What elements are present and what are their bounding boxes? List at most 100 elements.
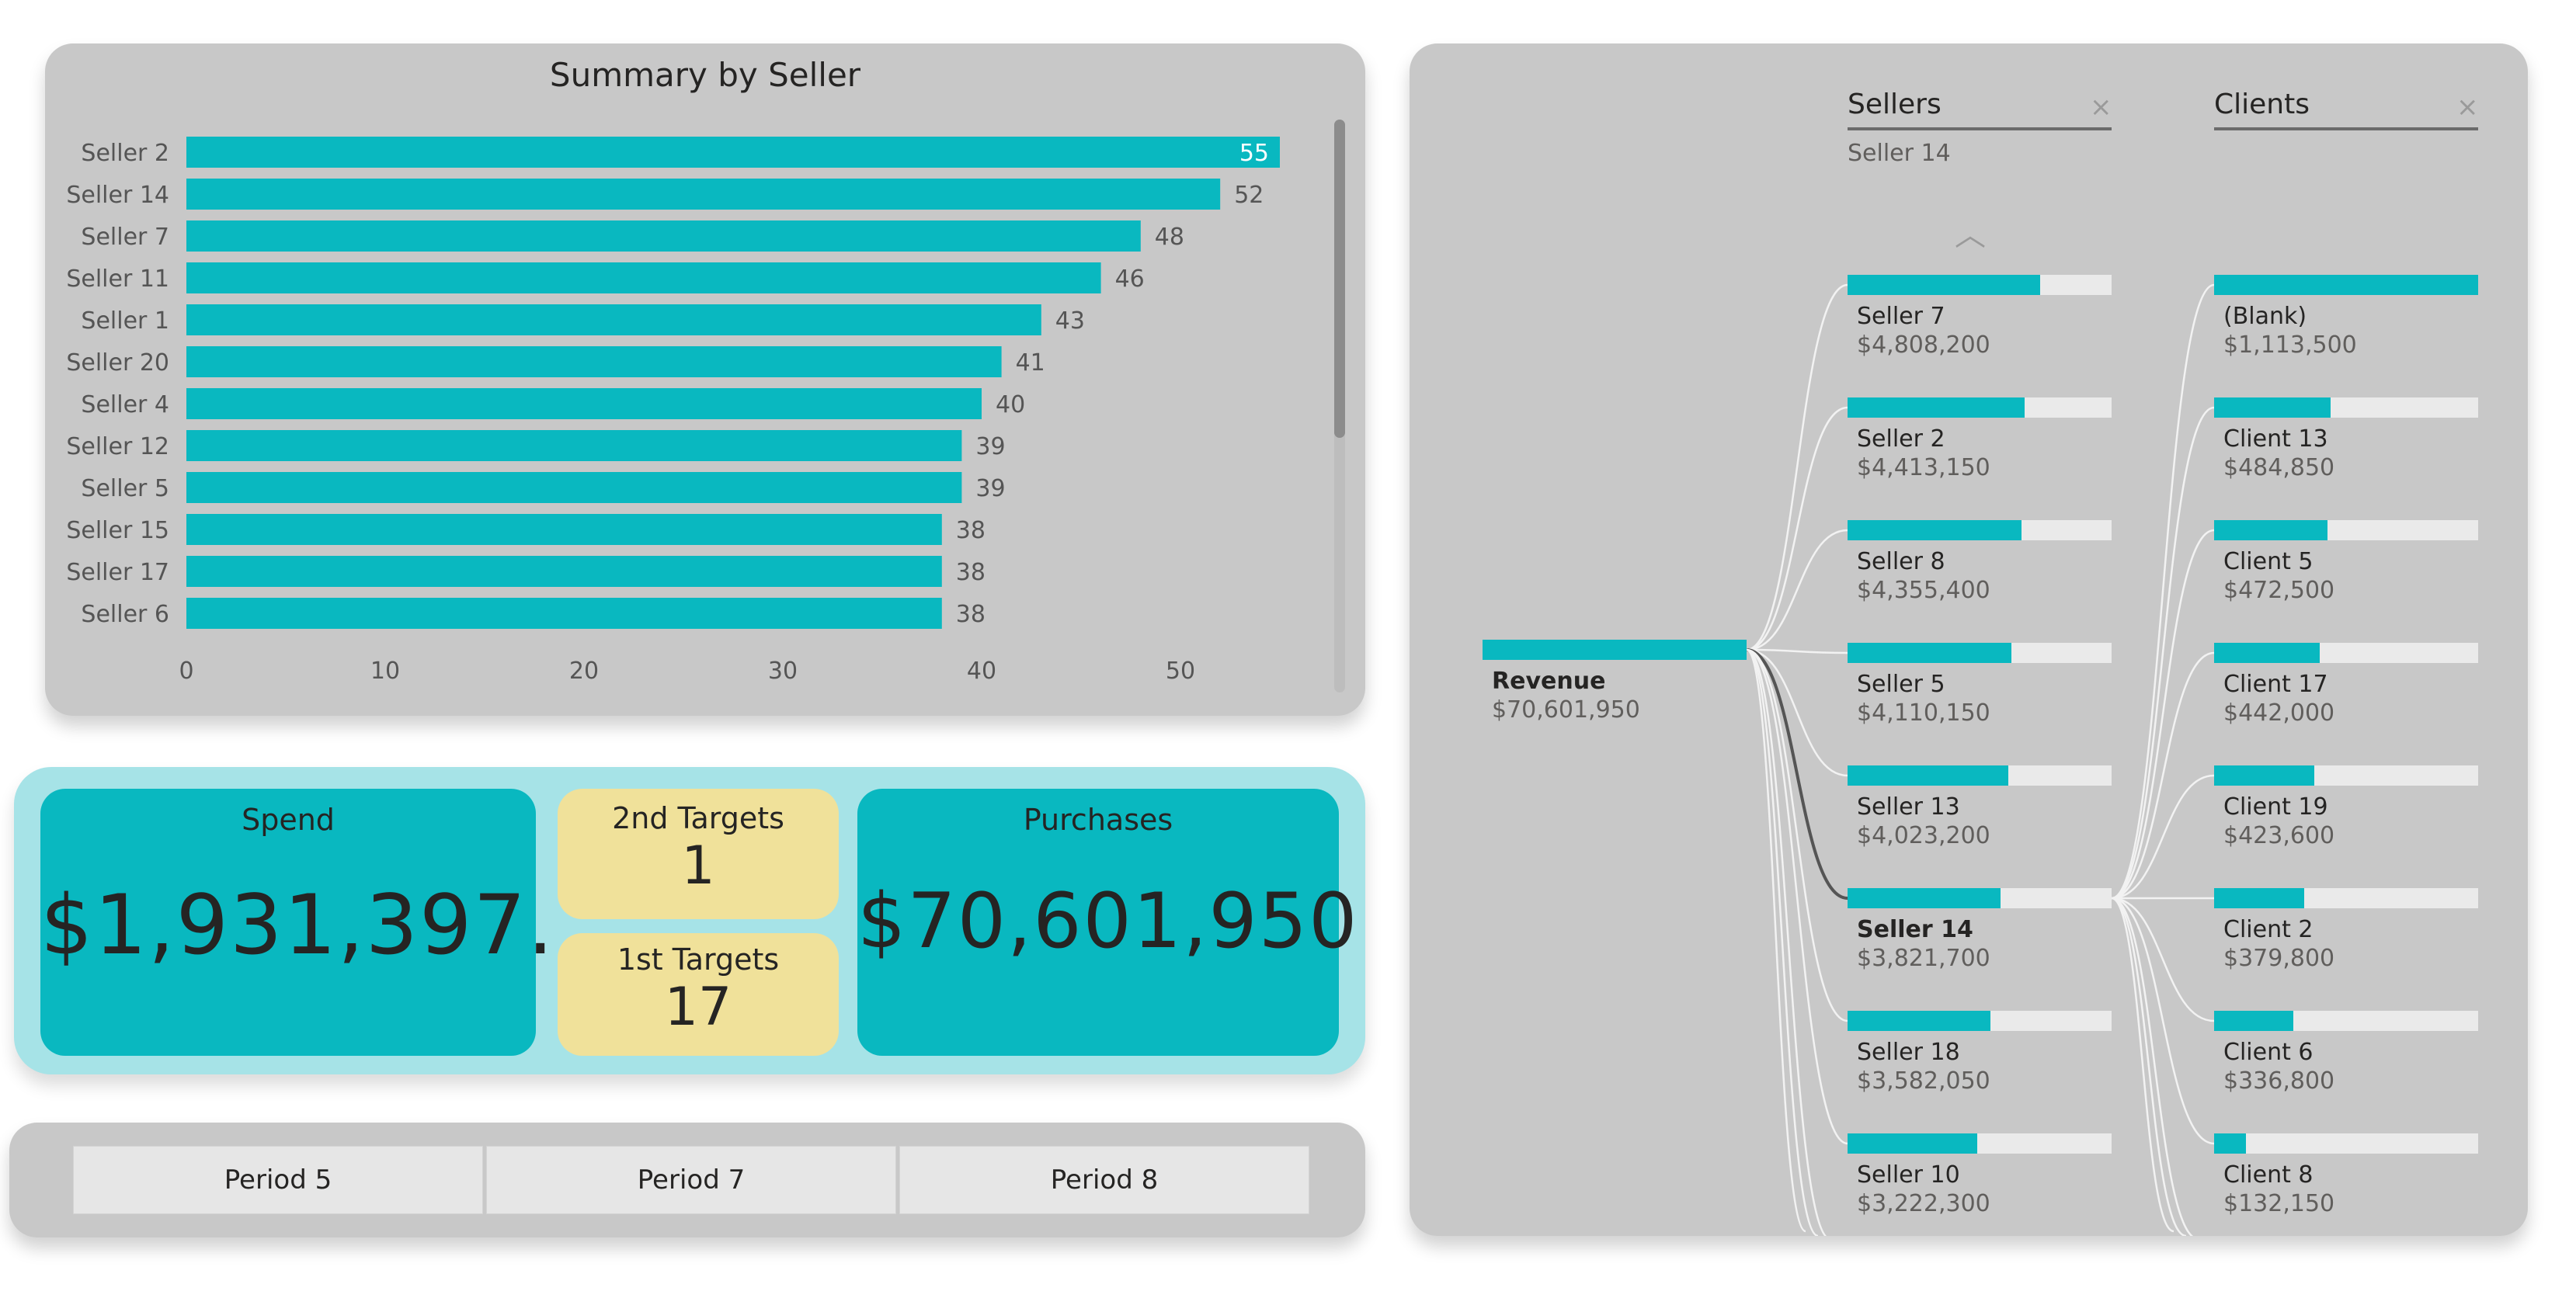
period-8-button[interactable]: Period 8 bbox=[899, 1146, 1309, 1214]
bar[interactable] bbox=[186, 598, 942, 629]
client-node[interactable]: Client 19 $423,600 bbox=[2214, 765, 2478, 849]
bar-data-label: 55 bbox=[1239, 140, 1269, 167]
clients-column-header: Clients bbox=[2214, 89, 2310, 120]
client-value: $132,150 bbox=[2223, 1190, 2335, 1217]
seller-node[interactable]: Seller 13 $4,023,200 bbox=[1848, 765, 2112, 849]
period-5-button[interactable]: Period 5 bbox=[73, 1146, 483, 1214]
seller-node[interactable]: Seller 18 $3,582,050 bbox=[1848, 1011, 2112, 1095]
seller-node[interactable]: Seller 5 $4,110,150 bbox=[1848, 643, 2112, 727]
bar[interactable] bbox=[186, 472, 962, 503]
seller-name: Seller 5 bbox=[1857, 671, 1945, 698]
seller-bar-chart: Seller 2 55Seller 14 52Seller 7 48Seller 11… bbox=[66, 120, 1345, 692]
sellers-close-icon[interactable]: × bbox=[2090, 92, 2112, 123]
client-node[interactable]: (Blank) $1,113,500 bbox=[2214, 275, 2478, 359]
bar[interactable] bbox=[186, 220, 1141, 252]
seller-name: Seller 7 bbox=[1857, 303, 1945, 330]
client-name: Client 13 bbox=[2223, 425, 2328, 453]
client-bar-track bbox=[2214, 1133, 2478, 1154]
seller-node[interactable]: Seller 2 $4,413,150 bbox=[1848, 397, 2112, 481]
client-bar-fill bbox=[2214, 765, 2315, 786]
seller-connector bbox=[1746, 406, 1848, 651]
client-name: Client 5 bbox=[2223, 548, 2314, 575]
client-node[interactable]: Client 13 $484,850 bbox=[2214, 397, 2478, 481]
seller-bar-fill bbox=[1848, 397, 2025, 418]
seller-bar-fill bbox=[1848, 275, 2041, 295]
first-targets-value: 17 bbox=[664, 977, 732, 1038]
client-node[interactable]: Client 6 $336,800 bbox=[2214, 1011, 2478, 1095]
seller-node[interactable]: Seller 8 $4,355,400 bbox=[1848, 520, 2112, 604]
seller-bar-track bbox=[1848, 1133, 2112, 1154]
bar[interactable] bbox=[186, 346, 1002, 377]
client-name: Client 19 bbox=[2223, 793, 2328, 821]
bar[interactable] bbox=[186, 262, 1101, 293]
client-connector bbox=[2111, 651, 2215, 900]
seller-name: Seller 10 bbox=[1857, 1161, 1960, 1189]
bar-category-label: Seller 12 bbox=[66, 433, 169, 460]
seller-connector bbox=[1746, 529, 1848, 651]
revenue-root-node[interactable]: Revenue $70,601,950 bbox=[1483, 640, 1747, 724]
bar-data-label: 48 bbox=[1155, 224, 1184, 251]
seller-bar-fill bbox=[1848, 643, 2011, 663]
bar-category-label: Seller 5 bbox=[81, 475, 169, 502]
spend-value: $1,931,397.... bbox=[40, 877, 638, 973]
period-7-button[interactable]: Period 7 bbox=[486, 1146, 896, 1214]
seller-node[interactable]: Seller 14 $3,821,700 bbox=[1848, 888, 2112, 972]
seller-connector bbox=[1746, 648, 1848, 654]
client-bar-track bbox=[2214, 275, 2478, 295]
purchases-value: $70,601,950 bbox=[857, 877, 1359, 966]
client-node[interactable]: Client 17 $442,000 bbox=[2214, 643, 2478, 727]
x-tick-label: 10 bbox=[370, 658, 400, 685]
clients-close-icon[interactable]: × bbox=[2456, 92, 2479, 123]
bar[interactable] bbox=[186, 388, 982, 419]
bar-data-label: 40 bbox=[996, 391, 1025, 418]
seller-connector bbox=[1746, 648, 1848, 1022]
seller-value: $4,413,150 bbox=[1857, 454, 1990, 481]
client-value: $423,600 bbox=[2223, 822, 2335, 849]
client-bar-fill bbox=[2214, 520, 2328, 540]
client-bar-fill bbox=[2214, 397, 2331, 418]
bar-category-label: Seller 15 bbox=[66, 517, 169, 544]
client-node[interactable]: Client 8 $132,150 bbox=[2214, 1133, 2478, 1217]
bar-data-label: 38 bbox=[956, 559, 986, 586]
first-targets-card: 1st Targets 17 bbox=[558, 933, 839, 1056]
seller-value: $4,110,150 bbox=[1857, 699, 1990, 727]
client-bar-fill bbox=[2214, 643, 2320, 663]
client-bar-track bbox=[2214, 643, 2478, 663]
seller-bar-track bbox=[1848, 397, 2112, 418]
client-name: Client 6 bbox=[2223, 1039, 2314, 1066]
seller-bar-fill bbox=[1848, 765, 2009, 786]
seller-bar-fill bbox=[1848, 520, 2022, 540]
bar[interactable] bbox=[186, 179, 1221, 210]
bar-category-label: Seller 14 bbox=[66, 182, 169, 209]
seller-bar-fill bbox=[1848, 888, 2001, 908]
seller-bar-track bbox=[1848, 888, 2112, 908]
bar-category-label: Seller 2 bbox=[81, 140, 169, 167]
scrollbar-thumb[interactable] bbox=[1334, 120, 1345, 438]
bar[interactable] bbox=[186, 304, 1041, 335]
client-value: $472,500 bbox=[2223, 577, 2335, 604]
bar[interactable] bbox=[186, 430, 962, 461]
bar[interactable] bbox=[186, 514, 942, 545]
seller-node[interactable]: Seller 10 $3,222,300 bbox=[1848, 1133, 2112, 1217]
client-node[interactable]: Client 5 $472,500 bbox=[2214, 520, 2478, 604]
bar-category-label: Seller 7 bbox=[81, 224, 169, 251]
bar-data-label: 38 bbox=[956, 517, 986, 544]
x-tick-label: 40 bbox=[967, 658, 996, 685]
seller-value: $3,821,700 bbox=[1857, 945, 1990, 972]
sellers-column-header: Sellers bbox=[1848, 89, 1942, 120]
seller-bar-track bbox=[1848, 275, 2112, 295]
client-value: $1,113,500 bbox=[2223, 331, 2357, 359]
seller-bar-track bbox=[1848, 1011, 2112, 1031]
client-node[interactable]: Client 2 $379,800 bbox=[2214, 888, 2478, 972]
bar[interactable] bbox=[186, 556, 942, 587]
scroll-up-chevron-icon[interactable]: ︿ bbox=[1955, 210, 1986, 255]
client-bar-track bbox=[2214, 765, 2478, 786]
bar[interactable] bbox=[186, 137, 1280, 168]
seller-bar-track bbox=[1848, 643, 2112, 663]
x-tick-label: 30 bbox=[768, 658, 798, 685]
bar-data-label: 46 bbox=[1115, 266, 1145, 293]
bar-category-label: Seller 1 bbox=[81, 307, 169, 335]
bar-data-label: 39 bbox=[975, 433, 1005, 460]
seller-node[interactable]: Seller 7 $4,808,200 bbox=[1848, 275, 2112, 359]
clients-header-underline bbox=[2214, 127, 2478, 130]
